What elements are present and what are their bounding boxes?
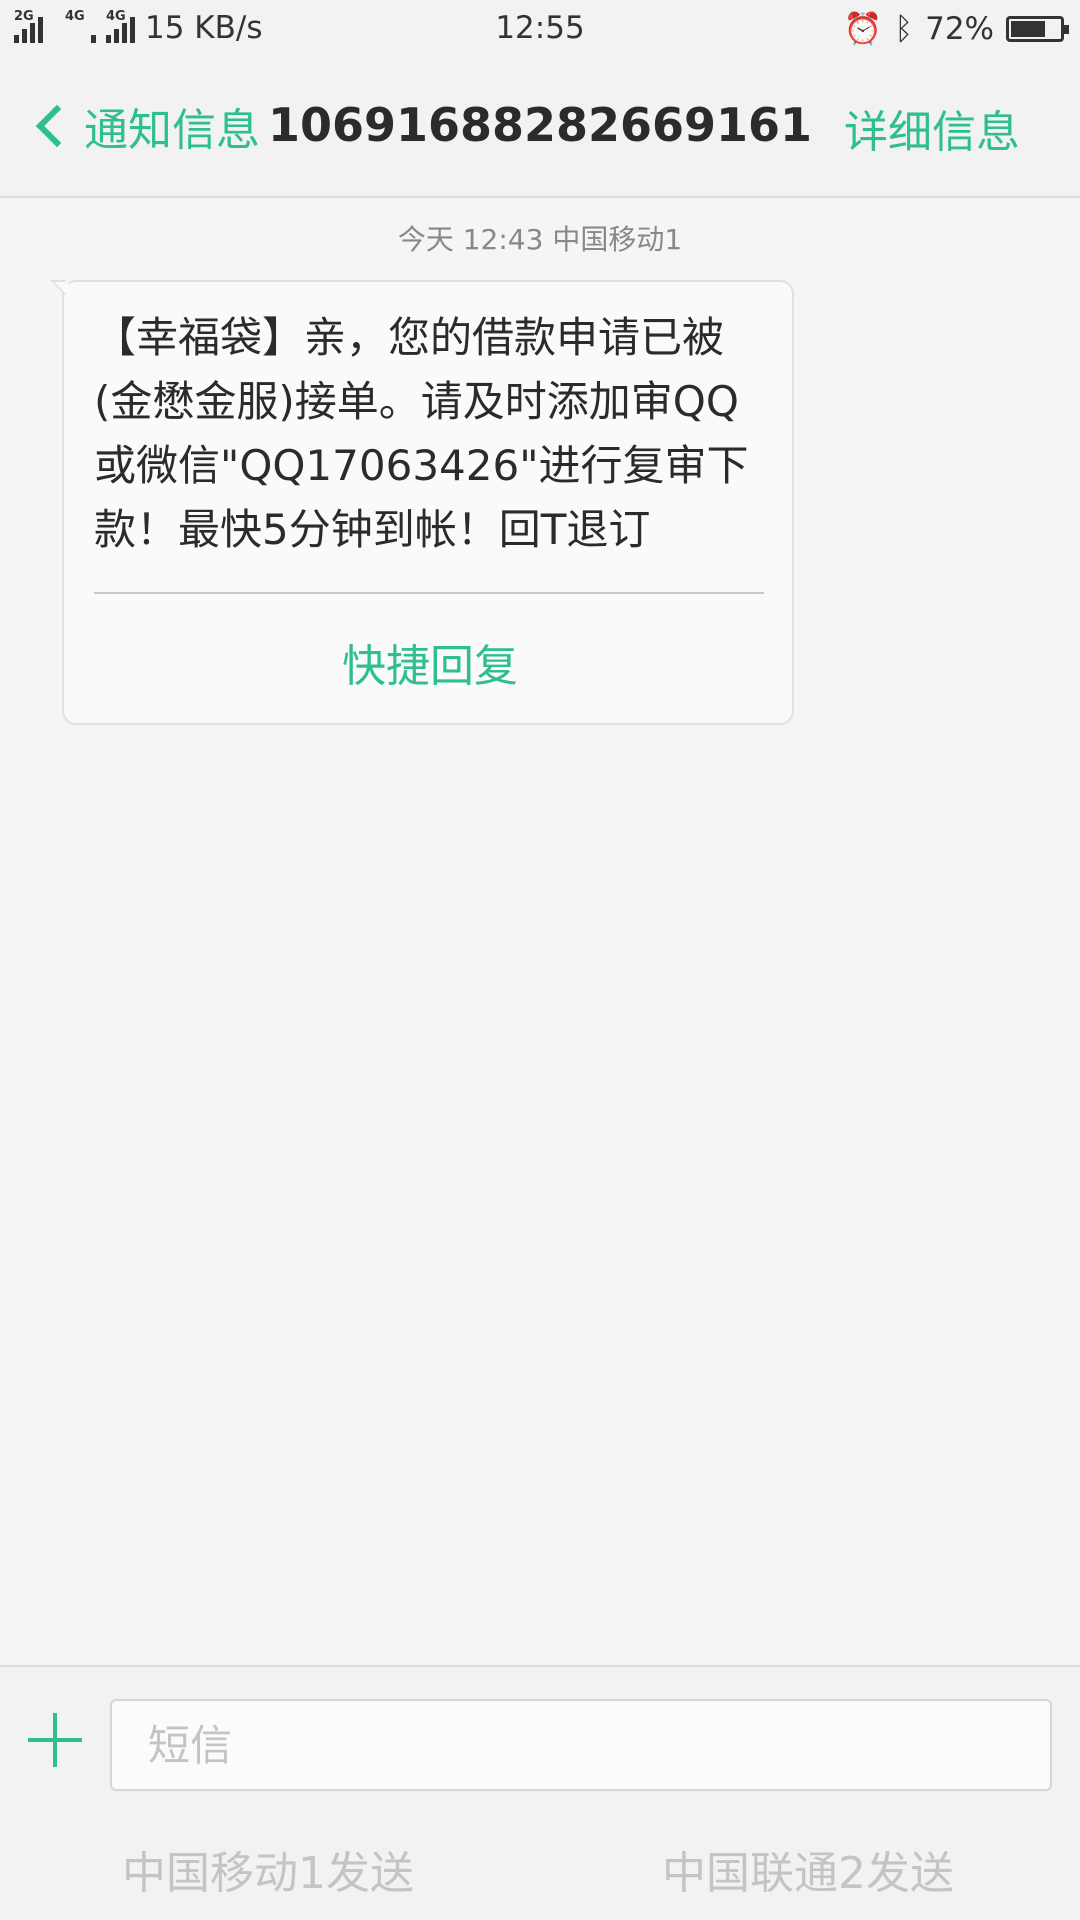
status-right: ⏰ ᛒ 72%: [843, 10, 1069, 47]
back-button[interactable]: 通知信息: [30, 96, 260, 156]
chevron-left-icon: [35, 104, 79, 148]
plus-icon[interactable]: [28, 1713, 82, 1767]
battery-percent: 72%: [925, 10, 994, 47]
quick-reply-button[interactable]: 快捷回复: [64, 630, 796, 694]
battery-fill: [1011, 20, 1046, 37]
bubble-divider: [94, 592, 764, 594]
conversation-header: 通知信息 10691688282669161 详细信息: [0, 56, 1080, 198]
send-sim2-button[interactable]: 中国联通2发送: [662, 1837, 954, 1901]
details-button[interactable]: 详细信息: [844, 96, 1020, 160]
bluetooth-icon: ᛒ: [894, 10, 914, 47]
sms-input[interactable]: [110, 1699, 1052, 1791]
send-sim1-button[interactable]: 中国移动1发送: [122, 1837, 414, 1901]
back-label: 通知信息: [84, 105, 260, 156]
status-bar: 2G 4G 4G 15 KB/s 12:55 ⏰ ᛒ 72%: [0, 0, 1080, 56]
message-bubble[interactable]: 【幸福袋】亲，您的借款申请已被(金懋金服)接单。请及时添加审QQ或微信"QQ17…: [50, 280, 796, 725]
message-composer: 中国移动1发送 中国联通2发送: [0, 1665, 1080, 1920]
alarm-icon: ⏰: [843, 11, 883, 47]
message-timestamp: 今天 12:43 中国移动1: [397, 223, 683, 256]
message-text: 【幸福袋】亲，您的借款申请已被(金懋金服)接单。请及时添加审QQ或微信"QQ17…: [94, 313, 749, 554]
battery-icon: [1006, 15, 1069, 42]
